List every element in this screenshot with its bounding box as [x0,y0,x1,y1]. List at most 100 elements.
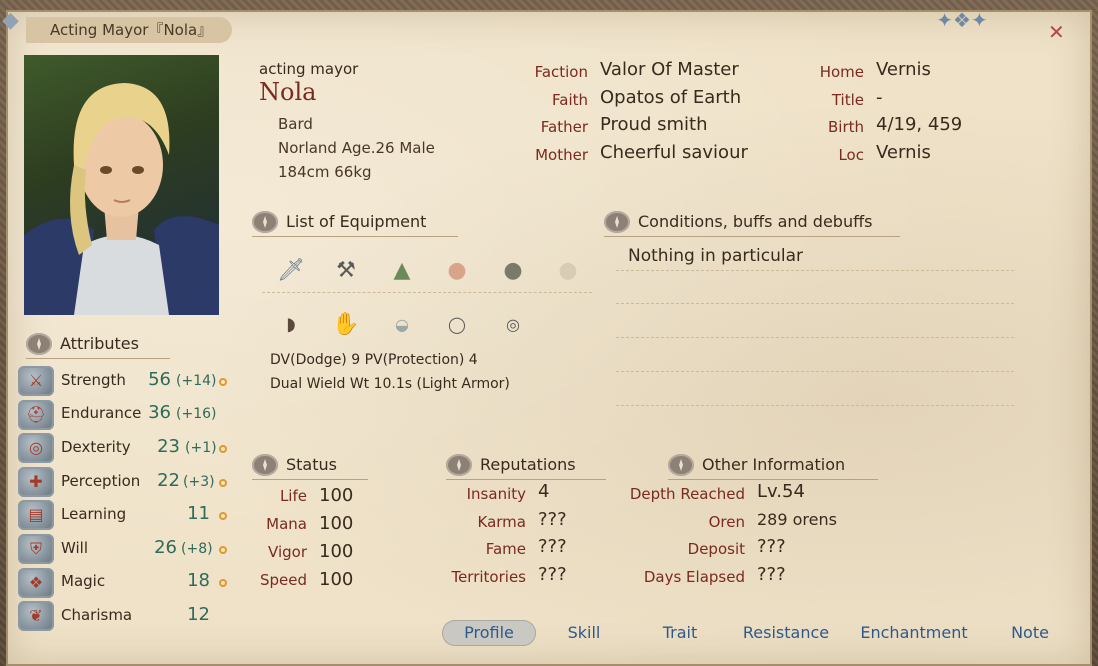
attribute-value: 36 [148,402,171,423]
faded-slot-icon[interactable]: ● [551,254,585,288]
faction-value: Valor Of Master [600,59,739,80]
other-info-value: ??? [757,564,786,585]
loc-label: Loc [838,146,864,164]
conditions-line [616,405,1014,406]
attribute-value: 26 [154,537,177,558]
character-portrait [24,55,219,315]
section-badge-icon [446,454,472,476]
attribute-value: 23 [157,436,180,457]
attribute-name: Learning [61,505,127,523]
birth-label: Birth [827,118,864,136]
section-badge-icon [604,211,630,233]
helmet-icon: ⛑ [18,400,54,430]
status-label: Life [279,487,307,505]
shield-icon: ⛨ [18,534,54,564]
tab-skill[interactable]: Skill [554,620,614,646]
belt-icon[interactable]: ◒ [385,308,419,342]
equipment-divider [262,292,592,293]
tab-note[interactable]: Note [1000,620,1060,646]
reputation-label: Insanity [466,485,526,503]
conditions-line [616,303,1014,304]
character-height-weight: 184cm 66kg [278,163,372,181]
attribute-value: 22 [157,470,180,491]
reputation-label: Karma [477,513,526,531]
other-info-value: ??? [757,536,786,557]
status-label: Speed [259,571,307,589]
tab-resistance[interactable]: Resistance [738,620,834,646]
status-value: 100 [319,569,354,590]
tab-enchantment[interactable]: Enchantment [854,620,974,646]
dagger-icon[interactable]: 🗡 [274,254,308,288]
status-value: 100 [319,541,354,562]
bag-icon[interactable]: ● [496,254,530,288]
attribute-value: 18 [187,570,210,591]
other-info-label: Oren [708,513,745,531]
conditions-line [616,371,1014,372]
attribute-value: 11 [187,503,210,524]
home-value: Vernis [876,59,931,80]
title-label: Title [831,91,864,109]
character-class: Bard [278,115,313,133]
attribute-name: Will [61,539,89,557]
status-value: 100 [319,513,354,534]
other-info-label: Deposit [687,540,745,558]
sword-icon: ⚔ [18,366,54,396]
status-value: 100 [319,485,354,506]
reputation-value: ??? [538,536,567,557]
attribute-indicator-icon [219,579,227,587]
status-header: Status [252,453,368,480]
section-badge-icon [252,211,278,233]
amulet-icon[interactable]: ◎ [496,308,530,342]
reputation-value: 4 [538,481,550,502]
section-badge-icon [252,454,278,476]
reputation-value: ??? [538,509,567,530]
attribute-indicator-icon [219,378,227,386]
mother-label: Mother [535,146,588,164]
conditions-line [616,337,1014,338]
character-name: Nola [259,78,317,106]
tab-bar: Profile Skill Trait Resistance Enchantme… [440,620,1080,648]
attribute-name: Magic [61,572,106,590]
attribute-value: 12 [187,604,210,625]
other-info-header: Other Information [668,453,878,480]
ring-icon[interactable]: ◯ [440,308,474,342]
title-value: - [876,87,883,108]
tab-profile[interactable]: Profile [442,620,536,646]
other-info-label: Days Elapsed [643,568,745,586]
attributes-header: Attributes [26,332,170,359]
reputation-label: Fame [485,540,526,558]
crown-ornament-icon: ✦❖✦ [936,8,988,32]
ring-icon: ◎ [18,433,54,463]
attribute-indicator-icon [219,479,227,487]
status-label: Mana [266,515,307,533]
attribute-bonus: (+1) [185,440,217,456]
attribute-bonus: (+16) [176,406,217,422]
axe-icon[interactable]: ⚒ [329,254,363,288]
other-info-label: Depth Reached [629,485,745,503]
attribute-name: Charisma [61,606,133,624]
armor-icon[interactable]: ● [440,254,474,288]
father-label: Father [540,118,588,136]
ribbon-icon: ❦ [18,601,54,631]
faith-value: Opatos of Earth [600,87,742,108]
wield-line: Dual Wield Wt 10.1s (Light Armor) [270,376,510,392]
tab-trait[interactable]: Trait [650,620,710,646]
attribute-indicator-icon [219,546,227,554]
boots-icon[interactable]: ◗ [274,308,308,342]
mother-value: Cheerful saviour [600,142,748,163]
character-subtitle: acting mayor [259,60,359,78]
book-icon: ▤ [18,500,54,530]
birth-value: 4/19, 459 [876,114,963,135]
attribute-indicator-icon [219,512,227,520]
conditions-line [616,270,1014,271]
faction-label: Faction [534,63,588,81]
rune-icon: ❖ [18,568,54,598]
reputation-value: ??? [538,564,567,585]
hat-icon[interactable]: ▲ [385,254,419,288]
close-icon[interactable]: ✕ [1048,20,1068,44]
reputations-header: Reputations [446,453,606,480]
status-label: Vigor [268,543,307,561]
home-label: Home [819,63,864,81]
gloves-icon[interactable]: ✋ [329,308,363,342]
attribute-bonus: (+3) [183,474,215,490]
